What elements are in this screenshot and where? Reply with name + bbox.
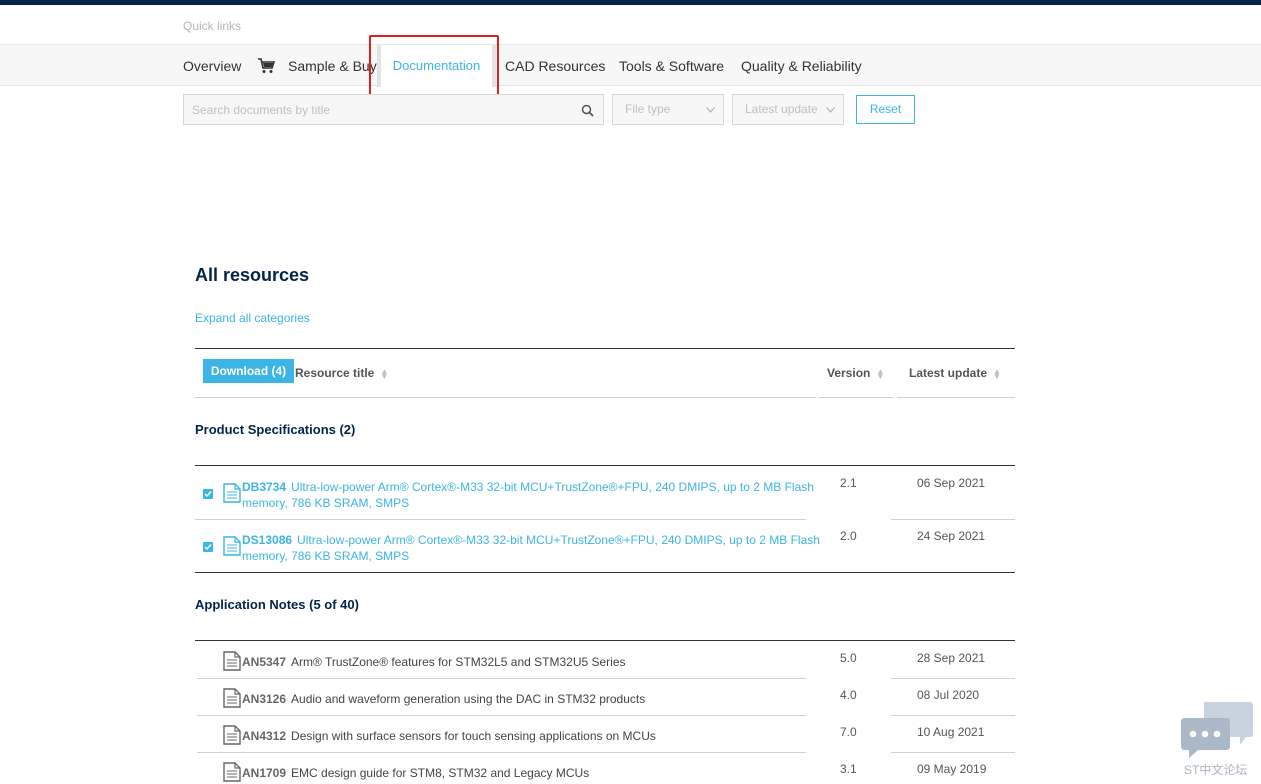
row-checkbox[interactable] bbox=[203, 489, 213, 499]
download-button[interactable]: Download (4) bbox=[203, 359, 294, 383]
quick-links-label: Quick links bbox=[183, 19, 242, 33]
divider bbox=[195, 397, 816, 398]
resource-title-link[interactable]: AN1709 EMC design guide for STM8, STM32 a… bbox=[242, 765, 589, 781]
date-cell: 24 Sep 2021 bbox=[917, 529, 986, 543]
category-border bbox=[195, 465, 1015, 466]
divider bbox=[891, 752, 1015, 753]
table-top-border bbox=[195, 348, 1015, 349]
divider bbox=[197, 678, 806, 679]
file-type-label: File type bbox=[625, 102, 671, 116]
version-cell: 2.0 bbox=[840, 529, 857, 543]
file-type-select[interactable]: File type bbox=[612, 94, 724, 125]
version-cell: 3.1 bbox=[840, 762, 857, 776]
version-cell: 2.1 bbox=[840, 476, 857, 490]
chevron-down-icon bbox=[706, 107, 715, 113]
search-input[interactable] bbox=[184, 95, 564, 124]
document-icon bbox=[223, 483, 241, 503]
date-cell: 10 Aug 2021 bbox=[917, 725, 985, 739]
top-bar bbox=[0, 0, 1261, 5]
row-checkbox[interactable] bbox=[203, 542, 213, 552]
date-cell: 08 Jul 2020 bbox=[917, 688, 980, 702]
resource-title-link[interactable]: AN4312 Design with surface sensors for to… bbox=[242, 728, 656, 744]
divider bbox=[195, 519, 806, 520]
category-title[interactable]: Application Notes (5 of 40) bbox=[195, 597, 359, 612]
category-title[interactable]: Product Specifications (2) bbox=[195, 422, 355, 437]
resource-title-link[interactable]: DB3734 Ultra-low-power Arm® Cortex®-M33 3… bbox=[242, 479, 814, 511]
search-icon[interactable] bbox=[581, 104, 594, 117]
divider bbox=[819, 397, 893, 398]
version-cell: 7.0 bbox=[840, 725, 857, 739]
date-cell: 28 Sep 2021 bbox=[917, 651, 986, 665]
tab-overview[interactable]: Overview bbox=[183, 45, 241, 87]
chat-widget-label[interactable]: ST中文论坛 bbox=[1184, 761, 1247, 778]
tab-cad-resources[interactable]: CAD Resources bbox=[505, 45, 605, 87]
date-cell: 06 Sep 2021 bbox=[917, 476, 986, 490]
divider bbox=[891, 519, 1015, 520]
document-icon bbox=[223, 725, 241, 745]
latest-update-select[interactable]: Latest update bbox=[732, 94, 844, 125]
tab-tools-software[interactable]: Tools & Software bbox=[619, 45, 724, 87]
category-border bbox=[195, 572, 1015, 573]
resource-title-link[interactable]: AN5347 Arm® TrustZone® features for STM32… bbox=[242, 654, 626, 670]
reset-button[interactable]: Reset bbox=[856, 95, 915, 124]
sort-icon: ▲ ▼ bbox=[876, 366, 885, 381]
divider bbox=[897, 397, 1015, 398]
divider bbox=[197, 752, 806, 753]
resource-title-link[interactable]: AN3126 Audio and waveform generation usin… bbox=[242, 691, 645, 707]
divider bbox=[197, 715, 806, 716]
version-cell: 5.0 bbox=[840, 651, 857, 665]
divider bbox=[891, 678, 1015, 679]
column-header-title[interactable]: Resource title ▲ ▼ bbox=[295, 366, 388, 380]
chevron-down-icon bbox=[826, 107, 835, 113]
column-header-latest-update[interactable]: Latest update ▲ ▼ bbox=[909, 366, 1001, 380]
tab-sample-buy[interactable]: Sample & Buy bbox=[288, 45, 377, 87]
document-icon bbox=[223, 651, 241, 671]
sort-icon: ▲ ▼ bbox=[380, 366, 389, 381]
cart-icon bbox=[258, 58, 276, 73]
expand-all-link[interactable]: Expand all categories bbox=[195, 311, 310, 325]
document-icon bbox=[223, 688, 241, 708]
page-title: All resources bbox=[195, 265, 310, 285]
check-icon bbox=[204, 544, 212, 551]
section-nav: Overview Sample & Buy Documentation CAD … bbox=[0, 44, 1261, 87]
document-icon bbox=[223, 762, 241, 782]
version-cell: 4.0 bbox=[840, 688, 857, 702]
date-cell: 09 May 2019 bbox=[917, 762, 987, 776]
latest-update-label: Latest update bbox=[745, 102, 818, 116]
column-header-version[interactable]: Version ▲ ▼ bbox=[827, 366, 884, 380]
resource-title-link[interactable]: DS13086 Ultra-low-power Arm® Cortex®-M33 … bbox=[242, 532, 820, 564]
documentation-tab-highlight bbox=[369, 35, 499, 97]
sort-icon: ▲ ▼ bbox=[993, 366, 1001, 381]
divider bbox=[891, 715, 1015, 716]
category-border bbox=[195, 640, 1015, 641]
tab-quality-reliability[interactable]: Quality & Reliability bbox=[741, 45, 862, 87]
search-box bbox=[183, 94, 604, 125]
document-icon bbox=[223, 536, 241, 556]
check-icon bbox=[204, 491, 212, 498]
